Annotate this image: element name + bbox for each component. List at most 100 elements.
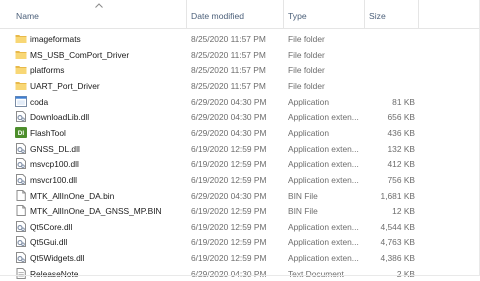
column-header-name[interactable]: Name: [16, 11, 39, 21]
file-date-modified: 8/25/2020 11:57 PM: [191, 80, 266, 91]
file-row[interactable]: imageformats 8/25/2020 11:57 PM File folde…: [0, 31, 480, 46]
file-row[interactable]: MS_USB_ComPort_Driver 8/25/2020 11:57 PM F…: [0, 47, 480, 62]
dll-icon: [15, 142, 27, 154]
file-name: coda: [30, 96, 49, 107]
file-row[interactable]: msvcp100.dll 6/19/2020 12:59 PM Applicatio…: [0, 156, 480, 171]
file-row[interactable]: coda 6/29/2020 04:30 PM Application 81 KB: [0, 94, 480, 109]
file-row[interactable]: Qt5Gui.dll 6/19/2020 12:59 PM Application …: [0, 234, 480, 249]
file-type: File folder: [288, 34, 325, 44]
file-size: 81 KB: [392, 96, 415, 107]
file-name: GNSS_DL.dll: [30, 143, 80, 154]
column-header-bar: Name Date modified Type Size: [0, 0, 480, 29]
svg-text:Dl: Dl: [18, 130, 25, 137]
column-header-type[interactable]: Type: [288, 11, 307, 21]
file-date-modified: 6/19/2020 12:59 PM: [191, 159, 267, 170]
file-row[interactable]: Dl FlashTool 6/29/2020 04:30 PM Application…: [0, 125, 480, 140]
file-date-modified: 6/19/2020 12:59 PM: [191, 206, 267, 217]
file-icon: [15, 189, 27, 201]
file-row[interactable]: MTK_AllInOne_DA_GNSS_MP.BIN 6/19/2020 12:…: [0, 203, 480, 218]
file-name: DownloadLib.dll: [30, 112, 90, 123]
file-type: Application exten...: [288, 253, 359, 264]
file-size: 4,544 KB: [380, 221, 415, 232]
file-row[interactable]: DownloadLib.dll 6/29/2020 04:30 PM Applica…: [0, 109, 480, 124]
file-name: Qt5Core.dll: [30, 221, 73, 232]
column-divider[interactable]: [418, 0, 419, 28]
file-date-modified: 6/19/2020 12:59 PM: [191, 253, 267, 264]
file-type: BIN File: [288, 206, 318, 217]
dll-icon: [15, 158, 27, 170]
file-type: BIN File: [288, 190, 318, 201]
file-type: File folder: [288, 80, 325, 91]
file-date-modified: 6/29/2020 04:30 PM: [191, 96, 267, 107]
file-date-modified: 8/25/2020 11:57 PM: [191, 65, 266, 76]
file-row[interactable]: platforms 8/25/2020 11:57 PM File folder: [0, 62, 480, 77]
folder-icon: [15, 49, 27, 60]
file-date-modified: 8/25/2020 11:57 PM: [191, 49, 266, 60]
column-header-size[interactable]: Size: [369, 11, 386, 21]
file-name: FlashTool: [30, 127, 66, 138]
column-divider[interactable]: [364, 0, 365, 28]
file-row[interactable]: ReleaseNote 6/29/2020 04:30 PM Text Docume…: [0, 266, 480, 281]
dll-icon: [15, 173, 27, 185]
file-icon: [15, 205, 27, 217]
file-date-modified: 6/19/2020 12:59 PM: [191, 143, 267, 154]
file-name: imageformats: [30, 34, 81, 44]
file-row[interactable]: Qt5Core.dll 6/19/2020 12:59 PM Application…: [0, 219, 480, 234]
column-divider[interactable]: [283, 0, 284, 28]
file-date-modified: 6/29/2020 04:30 PM: [191, 112, 267, 123]
sort-ascending-icon[interactable]: [94, 2, 104, 9]
file-row[interactable]: GNSS_DL.dll 6/19/2020 12:59 PM Application…: [0, 141, 480, 156]
file-type: Application exten...: [288, 143, 359, 154]
file-name: platforms: [30, 65, 65, 76]
file-type: Application: [288, 127, 329, 138]
dll-icon: [15, 111, 27, 123]
file-size: 656 KB: [387, 112, 415, 123]
file-name: MS_USB_ComPort_Driver: [30, 49, 130, 60]
file-name: MTK_AllInOne_DA.bin: [30, 190, 115, 201]
file-type: Application exten...: [288, 159, 359, 170]
file-row[interactable]: MTK_AllInOne_DA.bin 6/29/2020 04:30 PM BIN…: [0, 188, 480, 203]
folder-icon: [15, 33, 27, 44]
file-date-modified: 6/29/2020 04:30 PM: [191, 268, 267, 279]
file-size: 132 KB: [387, 143, 415, 154]
file-name: MTK_AllInOne_DA_GNSS_MP.BIN: [30, 206, 162, 217]
flashtool-icon: Dl: [15, 126, 27, 138]
file-name: UART_Port_Driver: [30, 80, 100, 91]
file-date-modified: 8/25/2020 11:57 PM: [191, 34, 266, 44]
file-size: 412 KB: [387, 159, 415, 170]
file-size: 1,681 KB: [380, 190, 415, 201]
file-row[interactable]: msvcr100.dll 6/19/2020 12:59 PM Applicatio…: [0, 172, 480, 187]
folder-icon: [15, 80, 27, 91]
file-row[interactable]: UART_Port_Driver 8/25/2020 11:57 PM File f…: [0, 78, 480, 93]
file-date-modified: 6/19/2020 12:59 PM: [191, 237, 267, 248]
file-type: File folder: [288, 49, 325, 60]
file-type: Application exten...: [288, 174, 359, 185]
file-name: msvcp100.dll: [30, 159, 79, 170]
file-name: Qt5Widgets.dll: [30, 253, 85, 264]
application-icon: [15, 95, 27, 107]
file-type: File folder: [288, 65, 325, 76]
file-type: Application exten...: [288, 112, 359, 123]
column-divider[interactable]: [186, 0, 187, 28]
file-name: msvcr100.dll: [30, 174, 78, 185]
folder-icon: [15, 64, 27, 75]
file-size: 12 KB: [392, 206, 415, 217]
file-size: 2 KB: [396, 268, 415, 279]
file-type: Application: [288, 96, 329, 107]
file-name: ReleaseNote: [30, 268, 79, 279]
dll-icon: [15, 236, 27, 248]
dll-icon: [15, 220, 27, 232]
dll-icon: [15, 252, 27, 264]
file-size: 756 KB: [387, 174, 415, 185]
file-size: 4,386 KB: [380, 253, 415, 264]
file-size: 436 KB: [387, 127, 415, 138]
file-row[interactable]: Qt5Widgets.dll 6/19/2020 12:59 PM Applicat…: [0, 250, 480, 265]
file-date-modified: 6/29/2020 04:30 PM: [191, 190, 267, 201]
text-document-icon: [15, 267, 27, 279]
file-date-modified: 6/19/2020 12:59 PM: [191, 221, 267, 232]
file-size: 4,763 KB: [380, 237, 415, 248]
file-date-modified: 6/19/2020 12:59 PM: [191, 174, 267, 185]
file-name: Qt5Gui.dll: [30, 237, 68, 248]
file-type: Application exten...: [288, 221, 359, 232]
column-header-date-modified[interactable]: Date modified: [191, 11, 244, 21]
